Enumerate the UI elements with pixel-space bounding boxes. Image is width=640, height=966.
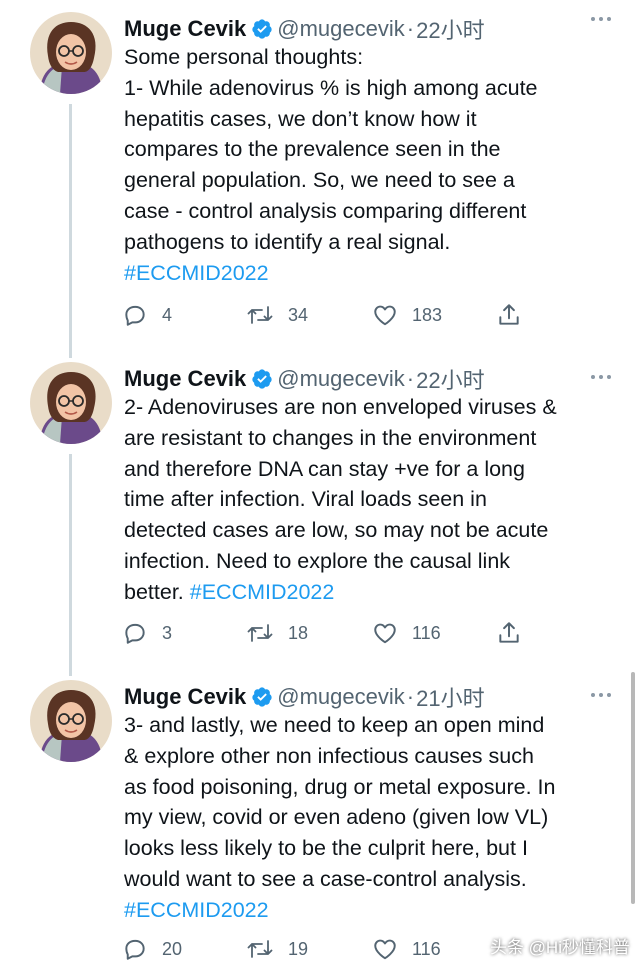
retweet-button[interactable]: 34 <box>246 302 372 328</box>
reply-button[interactable]: 4 <box>122 302 246 328</box>
tweet-line: compares to the prevalence seen in the <box>124 137 501 162</box>
tweet-line: detected cases are low, so may not be ac… <box>124 518 549 543</box>
tweet-line: are resistant to changes in the environm… <box>124 425 537 450</box>
tweet-line: looks less likely to be the culprit here… <box>124 836 528 861</box>
scrollbar[interactable] <box>631 672 635 904</box>
tweet-1[interactable]: Muge Cevik @mugecevik · 22小时 Some person… <box>0 12 640 342</box>
verified-badge-icon <box>251 368 273 390</box>
reply-count: 20 <box>162 938 183 959</box>
reply-button[interactable]: 20 <box>122 936 246 962</box>
tweet-line: 3- and lastly, we need to keep an open m… <box>124 713 545 737</box>
tweet-line: Some personal thoughts: <box>124 45 364 69</box>
hashtag-line: better. #ECCMID2022 <box>124 577 616 608</box>
like-button[interactable]: 116 <box>372 620 496 646</box>
like-icon <box>372 936 398 962</box>
more-icon[interactable] <box>590 370 612 385</box>
retweet-icon <box>246 936 274 962</box>
tweet-2[interactable]: Muge Cevik @mugecevik · 22小时 2- Adenovir… <box>0 362 640 662</box>
share-icon <box>496 620 522 646</box>
retweet-icon <box>246 302 274 328</box>
tweet-header: Muge Cevik @mugecevik · 22小时 <box>124 12 624 46</box>
share-icon <box>496 302 522 328</box>
reply-icon <box>122 620 148 646</box>
tweet-3[interactable]: Muge Cevik @mugecevik · 21小时 3- and last… <box>0 680 640 966</box>
verified-badge-icon <box>251 18 273 40</box>
tweet-line: time after infection. Viral loads seen i… <box>124 487 487 512</box>
avatar[interactable] <box>30 12 112 94</box>
like-button[interactable]: 183 <box>372 302 496 328</box>
author-name[interactable]: Muge Cevik <box>124 366 246 392</box>
tweet-text: 2- Adenoviruses are non enveloped viruse… <box>124 392 616 608</box>
more-icon[interactable] <box>590 688 612 703</box>
tweet-line: hepatitis cases, we don’t know how it <box>124 106 477 131</box>
retweet-icon <box>246 620 274 646</box>
like-icon <box>372 620 398 646</box>
like-count: 116 <box>412 938 441 959</box>
hashtag-link[interactable]: #ECCMID2022 <box>124 261 269 285</box>
watermark: 头条 @Hi秒懂科普 <box>489 938 630 957</box>
avatar[interactable] <box>30 362 112 444</box>
avatar[interactable] <box>30 680 112 762</box>
share-button[interactable] <box>496 302 522 328</box>
tweet-text: 3- and lastly, we need to keep an open m… <box>124 710 616 926</box>
reply-icon <box>122 302 148 328</box>
author-handle[interactable]: @mugecevik <box>277 16 405 42</box>
author-handle[interactable]: @mugecevik <box>277 684 405 710</box>
like-count: 116 <box>412 622 441 643</box>
tweet-line: infection. Need to explore the causal li… <box>124 548 511 573</box>
tweet-line: & explore other non infectious causes su… <box>124 743 534 768</box>
verified-badge-icon <box>251 686 273 708</box>
like-icon <box>372 302 398 328</box>
tweet-line: 1- While adenovirus % is high among acut… <box>124 75 538 100</box>
tweet-line: case - control analysis comparing differ… <box>124 198 527 223</box>
tweet-header: Muge Cevik @mugecevik · 21小时 <box>124 680 624 714</box>
tweet-line: my view, covid or even adeno (given low … <box>124 805 549 830</box>
reply-icon <box>122 936 148 962</box>
author-name[interactable]: Muge Cevik <box>124 16 246 42</box>
separator-dot: · <box>406 684 415 709</box>
separator-dot: · <box>406 366 415 391</box>
like-count: 183 <box>412 304 443 325</box>
tweet-line: general population. So, we need to see a <box>124 168 515 193</box>
tweet-line: as food poisoning, drug or metal exposur… <box>124 774 556 799</box>
separator-dot: · <box>406 16 415 41</box>
author-name[interactable]: Muge Cevik <box>124 684 246 710</box>
hashtag-line: #ECCMID2022 <box>124 258 616 289</box>
hashtag-link[interactable]: #ECCMID2022 <box>124 898 269 922</box>
hashtag-link[interactable]: #ECCMID2022 <box>190 580 335 604</box>
tweet-line: and therefore DNA can stay +ve for a lon… <box>124 456 525 481</box>
hashtag-line-prefix: better. <box>124 579 190 604</box>
tweet-header: Muge Cevik @mugecevik · 22小时 <box>124 362 624 396</box>
reply-count: 4 <box>162 304 173 325</box>
retweet-count: 19 <box>288 938 309 959</box>
retweet-count: 18 <box>288 622 309 643</box>
retweet-button[interactable]: 19 <box>246 936 372 962</box>
reply-button[interactable]: 3 <box>122 620 246 646</box>
timestamp[interactable]: 21小时 <box>416 681 484 713</box>
tweet-line: would want to see a case-control analysi… <box>124 866 527 891</box>
share-button[interactable] <box>496 620 522 646</box>
action-bar: 4 34 183 <box>122 300 542 330</box>
like-button[interactable]: 116 <box>372 936 496 962</box>
author-handle[interactable]: @mugecevik <box>277 366 405 392</box>
more-icon[interactable] <box>590 12 612 27</box>
tweet-line: 2- Adenoviruses are non enveloped viruse… <box>124 395 557 419</box>
tweet-text: Some personal thoughts: 1- While adenovi… <box>124 42 616 288</box>
action-bar: 20 19 116 <box>122 934 542 964</box>
hashtag-line: #ECCMID2022 <box>124 895 616 926</box>
reply-count: 3 <box>162 622 173 643</box>
timestamp[interactable]: 22小时 <box>416 363 484 395</box>
tweet-line: pathogens to identify a real signal. <box>124 229 451 254</box>
timestamp[interactable]: 22小时 <box>416 13 484 45</box>
retweet-count: 34 <box>288 304 309 325</box>
action-bar: 3 18 116 <box>122 618 542 648</box>
retweet-button[interactable]: 18 <box>246 620 372 646</box>
